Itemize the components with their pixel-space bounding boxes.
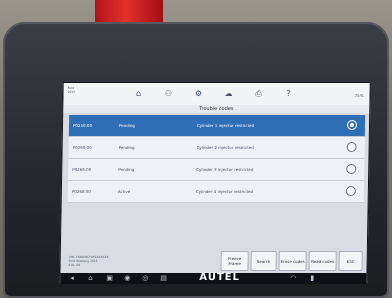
diagnostic-tablet: Ford 2015 ⌂ ⚇ ⚙ ☁ ⎙ ? 75% Trouble codes … xyxy=(3,22,389,298)
vehicle-info-line: 2015 xyxy=(67,90,76,94)
erase-codes-button[interactable]: Erase codes xyxy=(278,251,307,271)
dtc-code: P0268:00 xyxy=(71,189,91,194)
dtc-description: Cylinder 1 injector restricted xyxy=(196,123,255,128)
settings-icon[interactable]: ⚙ xyxy=(193,89,203,99)
dtc-row[interactable]: P0250:00 Pending Cylinder 1 injector res… xyxy=(68,115,366,137)
dtc-radio[interactable] xyxy=(345,186,356,196)
dtc-row[interactable]: P0266:00 Pending Cylinder 3 injector res… xyxy=(68,159,365,181)
home-icon[interactable]: ⌂ xyxy=(133,89,143,99)
help-icon[interactable]: ? xyxy=(283,89,293,99)
battery-icon: ▮ xyxy=(310,274,315,282)
dtc-description: Cylinder 4 injector restricted xyxy=(195,189,254,194)
dtc-code: P0250:00 xyxy=(72,123,93,128)
dtc-row[interactable]: P0260:00 Pending Cylinder 2 injector res… xyxy=(68,137,365,159)
zoom-level: 75% xyxy=(354,93,364,98)
footer-info-line: 5.0L V8 xyxy=(68,263,80,267)
vehicle-icon[interactable]: ⚇ xyxy=(163,89,173,99)
browser-icon[interactable]: ◉ xyxy=(124,274,130,282)
tablet-screen: Ford 2015 ⌂ ⚇ ⚙ ☁ ⎙ ? 75% Trouble codes … xyxy=(59,82,371,284)
recent-apps-icon[interactable]: ▣ xyxy=(106,274,113,282)
vehicle-info: Ford 2015 xyxy=(68,86,76,94)
vehicle-footer-info: VIN: 1FA6P8CF4F5XXXXXX Ford Mustang 2015… xyxy=(69,255,109,267)
dtc-description: Cylinder 2 injector restricted xyxy=(196,145,254,150)
dtc-description: Cylinder 3 injector restricted xyxy=(196,167,254,172)
screenshot-icon[interactable]: ▤ xyxy=(160,274,167,282)
dtc-status: Pending xyxy=(118,167,135,172)
dtc-status: Pending xyxy=(118,123,136,128)
dtc-code: P0260:00 xyxy=(72,145,92,150)
freeze-frame-button[interactable]: Freeze Frame xyxy=(220,251,249,271)
camera-icon[interactable]: ◎ xyxy=(142,274,148,282)
read-codes-button[interactable]: Read codes xyxy=(308,251,337,271)
dtc-radio[interactable] xyxy=(346,164,357,174)
home-nav-icon[interactable]: ⌂ xyxy=(88,274,93,282)
back-icon[interactable]: ◂ xyxy=(70,274,74,282)
print-icon[interactable]: ⎙ xyxy=(253,89,263,99)
dtc-radio[interactable] xyxy=(346,142,357,152)
page-title: Trouble codes xyxy=(199,106,234,112)
dtc-row[interactable]: P0268:00 Active Cylinder 4 injector rest… xyxy=(67,181,365,203)
esc-button[interactable]: ESC xyxy=(338,251,363,271)
top-toolbar: Ford 2015 ⌂ ⚇ ⚙ ☁ ⎙ ? 75% xyxy=(63,83,370,106)
search-button[interactable]: Search xyxy=(250,251,277,271)
autel-logo: AUTEL xyxy=(199,272,241,283)
dtc-code: P0266:00 xyxy=(72,167,92,172)
dtc-radio[interactable] xyxy=(346,120,358,130)
system-nav-bar: ◂ ⌂ ▣ ◉ ◎ ▤ AUTEL ◠ ▮ xyxy=(60,272,367,283)
cloud-icon[interactable]: ☁ xyxy=(223,89,233,99)
wifi-icon: ◠ xyxy=(290,274,297,282)
dtc-status: Pending xyxy=(118,145,135,150)
dtc-status: Active xyxy=(117,189,131,194)
dtc-list: P0250:00 Pending Cylinder 1 injector res… xyxy=(67,115,366,203)
